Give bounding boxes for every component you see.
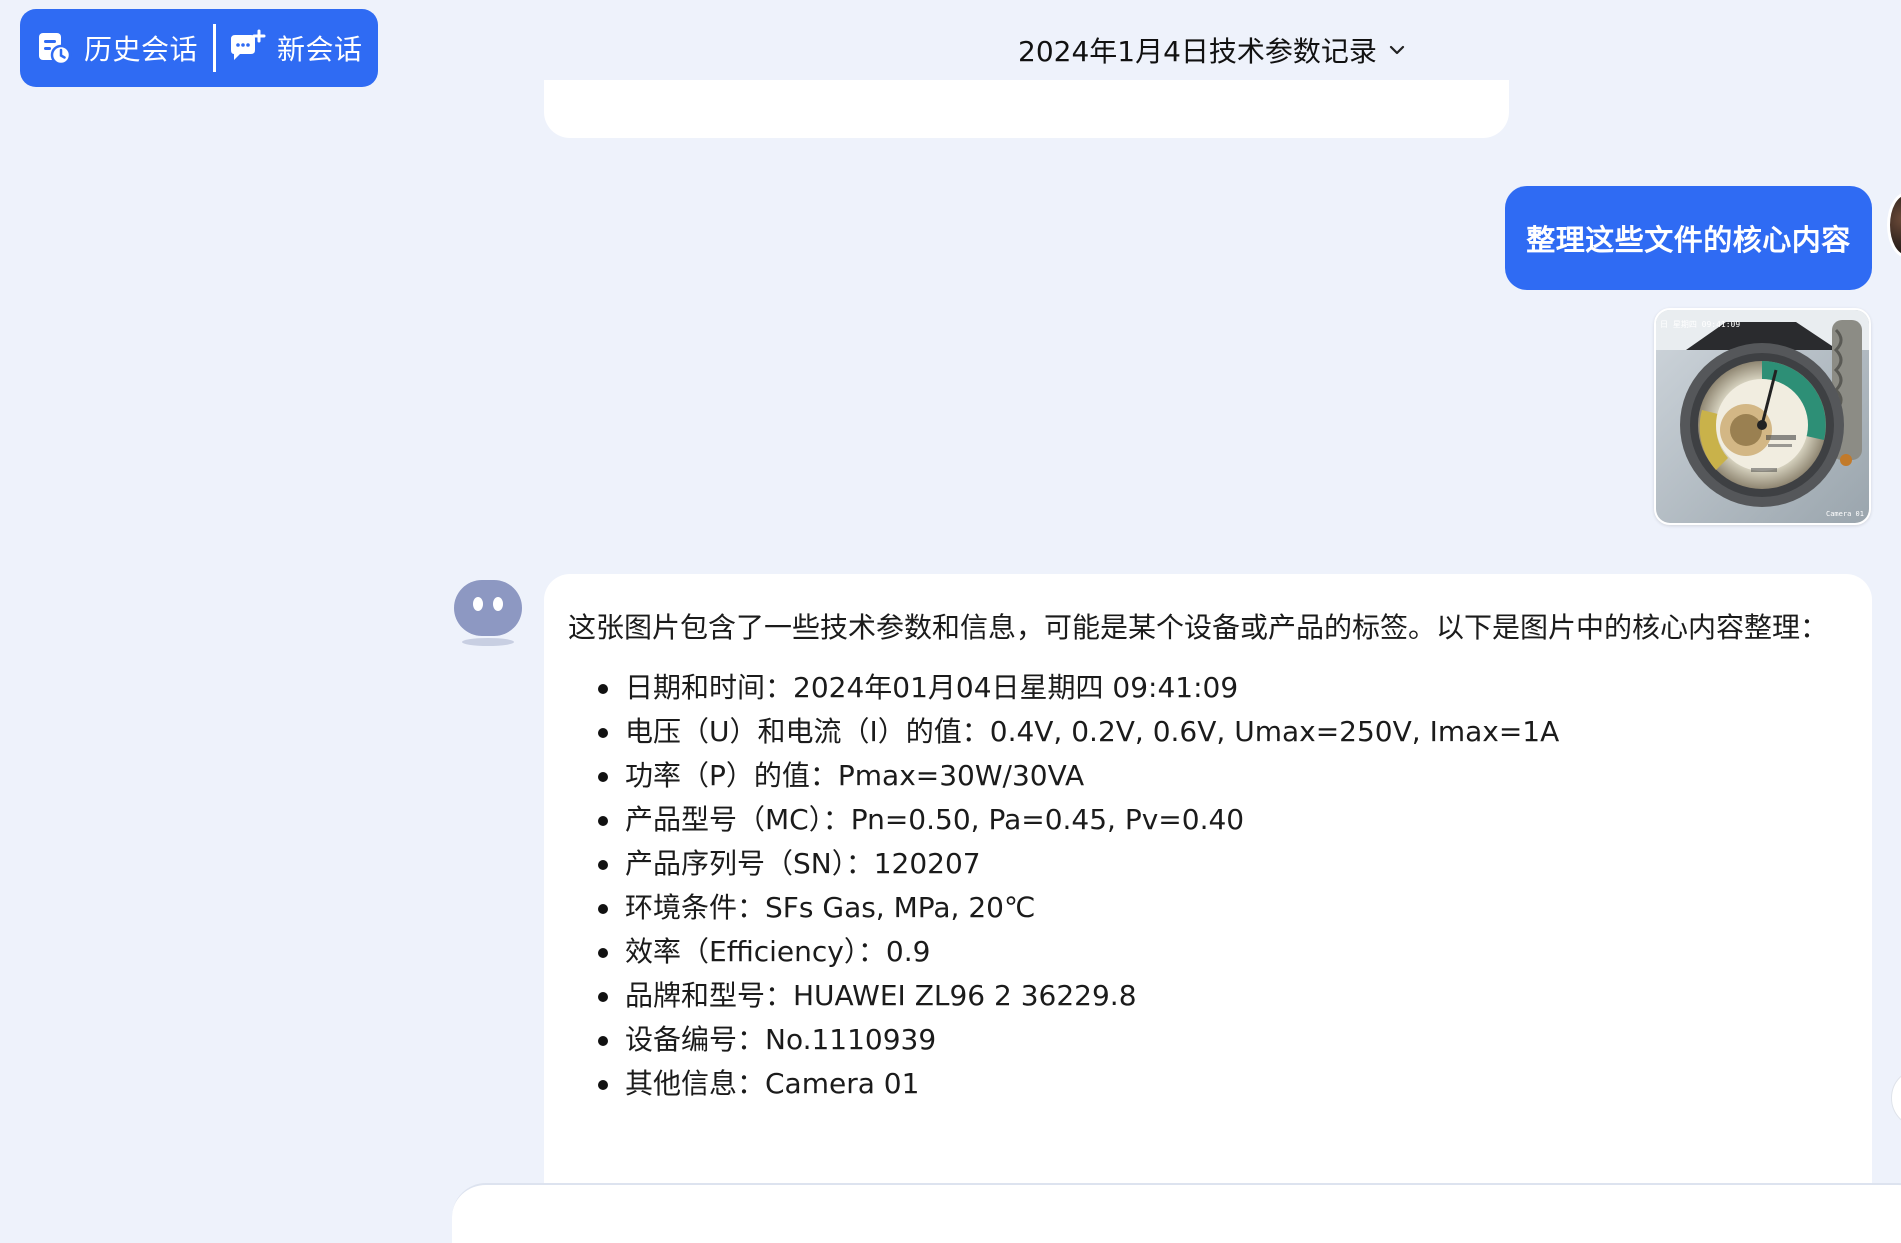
bullet-dot bbox=[598, 1080, 608, 1090]
list-item-text: 功率（P）的值：Pmax=30W/30VA bbox=[625, 759, 1085, 792]
list-item: 环境条件：SFs Gas, MPa, 20℃ bbox=[568, 886, 1848, 930]
new-chat-button[interactable]: 新会话 bbox=[226, 9, 363, 87]
top-action-bar: 历史会话 新会话 bbox=[20, 9, 378, 87]
list-item: 产品型号（MC）：Pn=0.50, Pa=0.45, Pv=0.40 bbox=[568, 798, 1848, 842]
bot-avatar-icon bbox=[453, 578, 523, 648]
list-item-text: 日期和时间：2024年01月04日星期四 09:41:09 bbox=[625, 671, 1239, 704]
chat-plus-icon bbox=[226, 27, 268, 69]
list-item: 品牌和型号：HUAWEI ZL96 2 36229.8 bbox=[568, 974, 1848, 1018]
bullet-dot bbox=[598, 728, 608, 738]
list-item: 其他信息：Camera 01 bbox=[568, 1062, 1848, 1106]
bot-message-card: 这张图片包含了一些技术参数和信息，可能是某个设备或产品的标签。以下是图片中的核心… bbox=[544, 574, 1872, 1234]
bullet-dot bbox=[598, 904, 608, 914]
list-item: 产品序列号（SN）：120207 bbox=[568, 842, 1848, 886]
conversation-title: 2024年1月4日技术参数记录 bbox=[1018, 35, 1377, 68]
list-item-text: 设备编号：No.1110939 bbox=[625, 1023, 937, 1056]
bullet-dot bbox=[598, 992, 608, 1002]
bullet-dot bbox=[598, 816, 608, 826]
list-item-text: 效率（Efficiency）：0.9 bbox=[625, 935, 931, 968]
list-item-text: 品牌和型号：HUAWEI ZL96 2 36229.8 bbox=[625, 979, 1137, 1012]
list-item: 功率（P）的值：Pmax=30W/30VA bbox=[568, 754, 1848, 798]
list-item-text: 其他信息：Camera 01 bbox=[625, 1067, 920, 1100]
user-avatar bbox=[1887, 192, 1901, 258]
list-item: 设备编号：No.1110939 bbox=[568, 1018, 1848, 1062]
bullet-dot bbox=[598, 1036, 608, 1046]
bullet-dot bbox=[598, 684, 608, 694]
image-timestamp-overlay: 日 星期四 09:41:09 bbox=[1660, 320, 1740, 329]
bullet-dot bbox=[598, 860, 608, 870]
bullet-dot bbox=[598, 948, 608, 958]
history-chats-button[interactable]: 历史会话 bbox=[20, 9, 198, 87]
new-chat-label: 新会话 bbox=[277, 33, 363, 66]
image-camera-overlay: Camera 01 bbox=[1826, 510, 1864, 518]
list-item-text: 产品型号（MC）：Pn=0.50, Pa=0.45, Pv=0.40 bbox=[625, 803, 1245, 836]
previous-message-card bbox=[544, 80, 1509, 138]
history-clock-icon bbox=[33, 27, 75, 69]
bot-message-intro: 这张图片包含了一些技术参数和信息，可能是某个设备或产品的标签。以下是图片中的核心… bbox=[568, 611, 1829, 644]
list-item-text: 环境条件：SFs Gas, MPa, 20℃ bbox=[625, 891, 1036, 924]
scroll-to-bottom-button[interactable] bbox=[1891, 1068, 1901, 1128]
list-item: 电压（U）和电流（I）的值：0.4V, 0.2V, 0.6V, Umax=250… bbox=[568, 710, 1848, 754]
uploaded-image-thumbnail[interactable]: 日 星期四 09:41:09 Camera 01 bbox=[1654, 308, 1871, 525]
chevron-down-icon bbox=[1387, 38, 1411, 62]
bot-summary-list: 日期和时间：2024年01月04日星期四 09:41:09 电压（U）和电流（I… bbox=[568, 666, 1848, 1106]
history-chats-label: 历史会话 bbox=[84, 33, 199, 66]
user-message-bubble: 整理这些文件的核心内容 bbox=[1505, 186, 1872, 290]
list-item: 效率（Efficiency）：0.9 bbox=[568, 930, 1848, 974]
list-item-text: 电压（U）和电流（I）的值：0.4V, 0.2V, 0.6V, Umax=250… bbox=[625, 715, 1560, 748]
toolbar-divider bbox=[213, 24, 217, 72]
chat-input-area[interactable] bbox=[452, 1183, 1901, 1243]
list-item-text: 产品序列号（SN）：120207 bbox=[625, 847, 981, 880]
list-item: 日期和时间：2024年01月04日星期四 09:41:09 bbox=[568, 666, 1848, 710]
conversation-title-dropdown[interactable]: 2024年1月4日技术参数记录 bbox=[1018, 30, 1411, 70]
bullet-dot bbox=[598, 772, 608, 782]
user-message-text: 整理这些文件的核心内容 bbox=[1526, 223, 1851, 257]
